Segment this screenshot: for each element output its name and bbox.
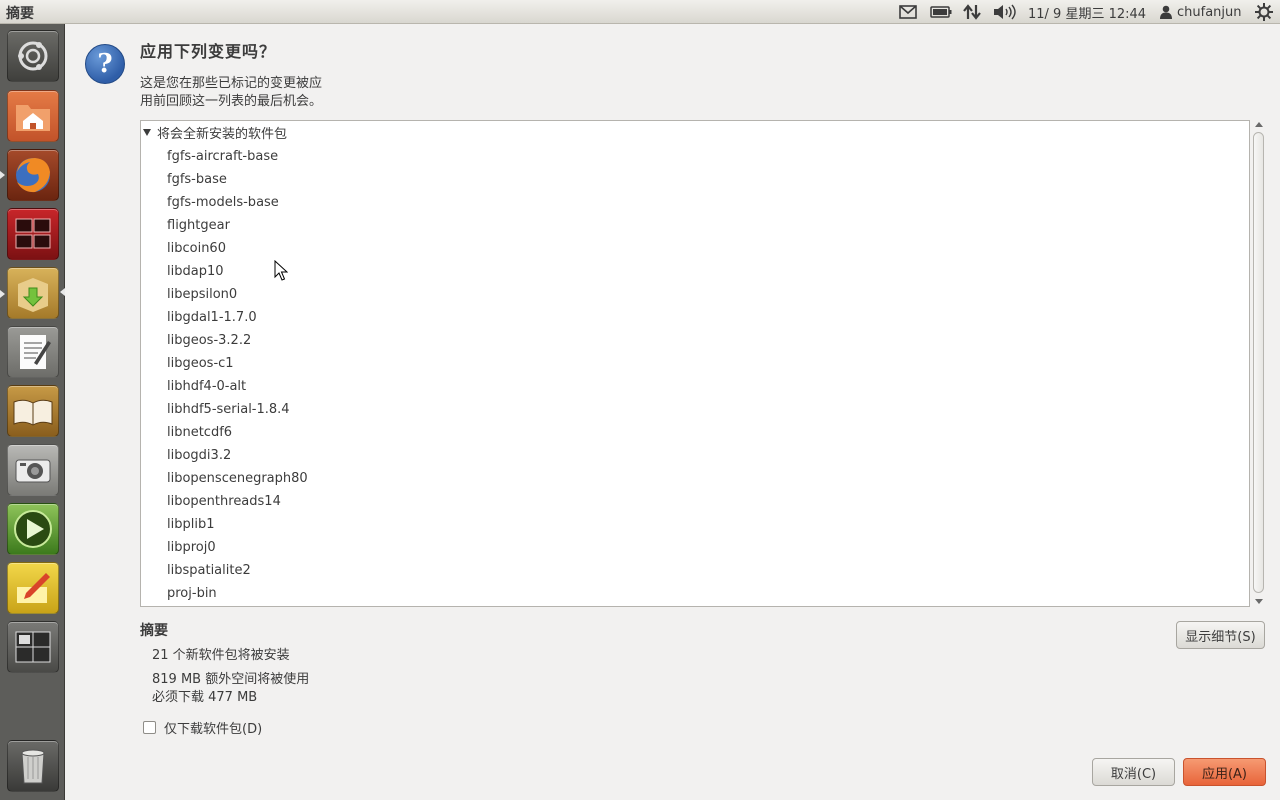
- launcher: [0, 24, 65, 800]
- session-gear-icon[interactable]: [1255, 0, 1273, 24]
- list-item[interactable]: libhdf5-serial-1.8.4: [167, 398, 290, 421]
- user-icon: [1160, 5, 1172, 19]
- media-player-icon[interactable]: [7, 503, 59, 555]
- dictionary-icon[interactable]: [7, 385, 59, 437]
- list-item[interactable]: libhdf4-0-alt: [167, 375, 246, 398]
- group-new-installs[interactable]: 将会全新安装的软件包: [141, 121, 287, 143]
- list-item[interactable]: libgeos-3.2.2: [167, 329, 251, 352]
- package-list[interactable]: 将会全新安装的软件包 fgfs-aircraft-base fgfs-base …: [140, 120, 1250, 607]
- download-only-checkbox[interactable]: [143, 721, 156, 734]
- description-line-2: 用前回顾这一列表的最后机会。: [140, 94, 323, 109]
- running-indicator: [0, 171, 5, 179]
- clock-datetime[interactable]: 11/ 9 星期三 12:44: [1028, 0, 1146, 24]
- list-item[interactable]: libplib1: [167, 513, 214, 536]
- text-editor-icon[interactable]: [7, 326, 59, 378]
- battery-icon[interactable]: [930, 0, 952, 24]
- dash-icon[interactable]: [7, 30, 59, 82]
- top-panel: 摘要 11/ 9 星期三 12:44 chufanjun: [0, 0, 1280, 24]
- list-item[interactable]: fgfs-aircraft-base: [167, 145, 278, 168]
- summary-heading: 摘要: [140, 623, 168, 639]
- list-item[interactable]: fgfs-models-base: [167, 191, 279, 214]
- apply-button[interactable]: 应用(A): [1183, 758, 1266, 786]
- home-folder-icon[interactable]: [7, 90, 59, 142]
- workspace-switcher-icon[interactable]: [7, 208, 59, 260]
- expander-arrow-icon[interactable]: [143, 128, 151, 136]
- dialog-heading: 应用下列变更吗？: [140, 42, 277, 61]
- description-line-1: 这是您在那些已标记的变更被应: [140, 76, 323, 91]
- show-details-button[interactable]: 显示细节(S): [1176, 621, 1265, 649]
- list-item[interactable]: libnetcdf6: [167, 421, 232, 444]
- volume-icon[interactable]: [993, 0, 1017, 24]
- running-indicator: [0, 290, 5, 298]
- list-item[interactable]: libcoin60: [167, 237, 226, 260]
- list-item[interactable]: libproj0: [167, 536, 216, 559]
- firefox-icon[interactable]: [7, 149, 59, 201]
- cancel-button[interactable]: 取消(C): [1092, 758, 1175, 786]
- window-title: 摘要: [6, 6, 34, 22]
- list-scrollbar[interactable]: [1252, 120, 1266, 607]
- apply-changes-dialog: ? 应用下列变更吗？ 这是您在那些已标记的变更被应 用前回顾这一列表的最后机会。…: [65, 24, 1280, 800]
- mouse-cursor-icon: [274, 260, 288, 281]
- list-item[interactable]: libgdal1-1.7.0: [167, 306, 257, 329]
- mail-icon[interactable]: [899, 0, 917, 24]
- download-only-label[interactable]: 仅下载软件包(D): [164, 718, 262, 737]
- network-icon[interactable]: [963, 0, 981, 24]
- group-label: 将会全新安装的软件包: [157, 126, 288, 142]
- scroll-up-arrow-icon[interactable]: [1255, 122, 1263, 127]
- list-item[interactable]: libgeos-c1: [167, 352, 234, 375]
- list-item[interactable]: proj-bin: [167, 582, 217, 605]
- software-center-icon[interactable]: [7, 267, 59, 319]
- user-menu[interactable]: chufanjun: [1160, 0, 1242, 24]
- list-item[interactable]: libopenthreads14: [167, 490, 281, 513]
- list-item[interactable]: flightgear: [167, 214, 230, 237]
- list-item[interactable]: libspatialite2: [167, 559, 251, 582]
- trash-icon[interactable]: [7, 740, 59, 792]
- screenshot-camera-icon[interactable]: [7, 444, 59, 496]
- list-item[interactable]: libepsilon0: [167, 283, 237, 306]
- question-icon: ?: [85, 44, 125, 84]
- summary-disk-space: 819 MB 额外空间将被使用: [152, 672, 310, 687]
- scroll-thumb[interactable]: [1253, 132, 1264, 593]
- summary-download-size: 必须下载 477 MB: [152, 690, 258, 705]
- list-item[interactable]: libogdi3.2: [167, 444, 231, 467]
- notes-icon[interactable]: [7, 562, 59, 614]
- scroll-down-arrow-icon[interactable]: [1255, 599, 1263, 604]
- list-item[interactable]: libopenscenegraph80: [167, 467, 308, 490]
- workspaces-icon[interactable]: [7, 621, 59, 673]
- list-item[interactable]: libdap10: [167, 260, 224, 283]
- summary-new-packages: 21 个新软件包将被安装: [152, 648, 290, 663]
- user-name: chufanjun: [1177, 4, 1242, 20]
- list-item[interactable]: fgfs-base: [167, 168, 227, 191]
